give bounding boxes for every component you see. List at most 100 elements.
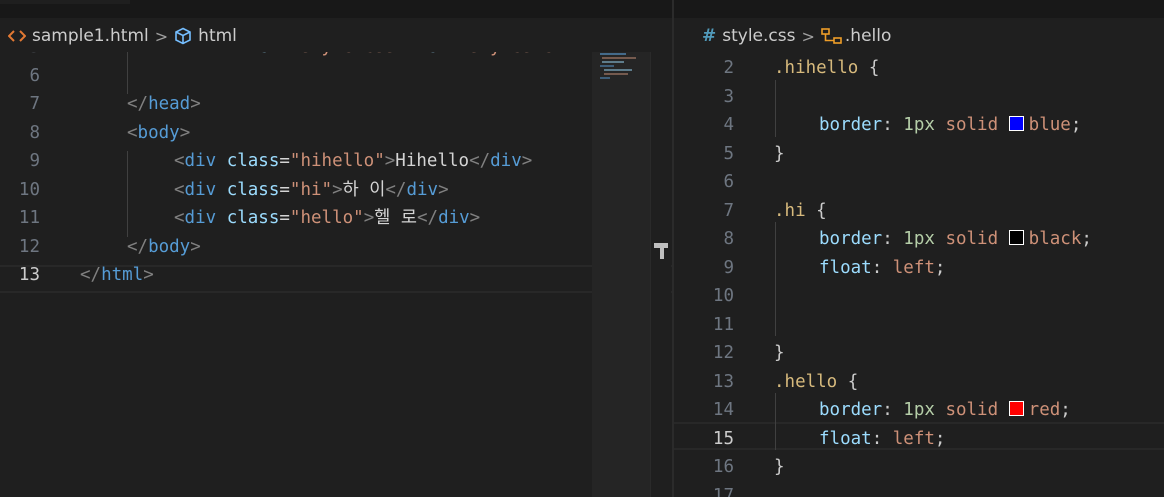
code-token: > [521,151,533,171]
code-token: Hihello [395,151,470,171]
code-token: </ [127,94,149,114]
hash-icon: # [702,26,717,46]
code-line[interactable]: 8 border: 1px solid black; [674,225,1164,254]
code-line[interactable]: 13 </html> [0,261,672,290]
code-line[interactable]: 4 border: 1px solid blue; [674,111,1164,140]
code-line[interactable]: 17 [674,482,1164,497]
code-token: left [892,428,935,449]
breadcrumb-symbol[interactable]: html [198,26,237,46]
code-line[interactable]: 11 [674,311,1164,340]
code-line[interactable]: 3 [674,83,1164,112]
code-token: ; [1070,115,1082,135]
code-token: </ [416,208,439,228]
code-token: 하 이 [342,179,386,200]
breadcrumb-file[interactable]: style.css [722,26,795,46]
code-line[interactable]: 6 [674,168,1164,197]
color-swatch[interactable] [1008,230,1024,245]
code-line[interactable]: 16} [674,453,1164,482]
line-number: 11 [18,208,40,228]
code-token: "style.css" [290,52,406,57]
left-tab-strip [0,0,672,18]
code-token: body [148,236,191,257]
code-line[interactable]: 10 <div class="hi">하 이</div> [0,176,672,205]
code-line[interactable]: 12} [674,339,1164,368]
html-file-icon [8,29,26,43]
code-text: .hello { [774,368,858,397]
code-line[interactable]: 14 border: 1px solid red; [674,396,1164,425]
code-line[interactable]: 7 </head> [0,90,672,119]
code-token: } [774,143,785,164]
vertical-scrollbar[interactable] [650,52,671,497]
code-token: > [190,94,201,114]
code-token: 1px [903,115,935,135]
line-number: 13 [18,265,40,285]
code-line[interactable]: 5 <link href="style.css" rel="styleshe [0,52,672,62]
line-number: 5 [0,52,40,62]
color-swatch[interactable] [1008,116,1024,131]
code-token: div [184,151,217,171]
line-number: 7 [723,200,734,221]
code-token: class [216,208,280,228]
code-token: </ [127,236,149,257]
tab-sample1-html[interactable] [0,0,130,4]
selector-icon [821,27,843,45]
line-number: 6 [29,65,40,86]
line-number: 12 [18,236,40,257]
html-code-editor[interactable]: 5<link href="style.css" rel="styleshe 6 7 <… [0,52,672,497]
code-token: solid [934,400,1009,420]
code-line[interactable]: 8 <body> [0,119,672,148]
code-token: link [185,52,227,57]
code-token: : [871,428,893,449]
code-line[interactable]: 12 </body> [0,233,672,262]
code-token: blue [1028,115,1071,135]
breadcrumb: # style.css > .hello [702,22,891,50]
line-number: 7 [29,94,40,114]
line-number: 13 [712,371,734,392]
code-line[interactable]: 15 float: left; [674,425,1164,454]
code-token: 1px [903,229,935,249]
breadcrumb: sample1.html > html [8,22,237,50]
color-swatch[interactable] [1008,401,1024,416]
code-line[interactable]: 2 .hihello { [674,54,1164,83]
code-line[interactable]: 7 .hi { [674,197,1164,226]
code-line[interactable]: 13 .hello { [674,368,1164,397]
code-line[interactable]: 5} [674,140,1164,169]
code-line[interactable]: 10 [674,282,1164,311]
line-number: 6 [723,172,734,192]
breadcrumb-symbol[interactable]: .hello [845,26,891,46]
code-token: border [819,115,883,135]
code-text: } [774,453,785,482]
code-token: red [1028,400,1061,420]
code-token: = [279,179,290,200]
code-token: </ [385,179,407,200]
code-text: } [774,140,785,169]
code-text: </head> [127,90,201,119]
line-number: 4 [723,115,734,135]
minimap-slider[interactable] [592,52,650,497]
breadcrumb-file[interactable]: sample1.html [32,26,149,46]
code-token: > [384,151,396,171]
line-number: 8 [29,122,40,143]
code-token: </ [80,265,102,285]
chevron-right-icon: > [154,26,169,46]
code-token: href= [227,52,290,57]
code-token: < [127,122,138,143]
code-line[interactable]: 9 <div class="hihello">Hihello</div> [0,147,672,176]
code-text: .hihello { [774,54,879,83]
code-line[interactable]: 9 float: left; [674,254,1164,283]
code-text: border: 1px solid black; [819,225,1092,254]
code-token: = [279,151,290,171]
code-token: solid [934,115,1009,135]
css-code-editor[interactable]: 2 .hihello {3 4 border: 1px solid blue; 5} 6 7… [674,52,1164,497]
code-token: ; [934,428,946,449]
code-text: float: left; [819,425,945,454]
code-token: float [819,257,872,278]
code-token: : [882,400,904,420]
code-line[interactable]: 11 <div class="hello">헬 로</div> [0,204,672,233]
code-token: body [137,122,180,143]
line-number: 17 [712,485,734,497]
right-editor-pane: # style.css > .hello 2 .hihello {3 4 border… [674,0,1164,497]
code-line[interactable]: 6 [0,62,672,91]
code-token: ; [1081,229,1092,249]
left-editor-pane: sample1.html > html 5<link href="style.c… [0,0,672,497]
